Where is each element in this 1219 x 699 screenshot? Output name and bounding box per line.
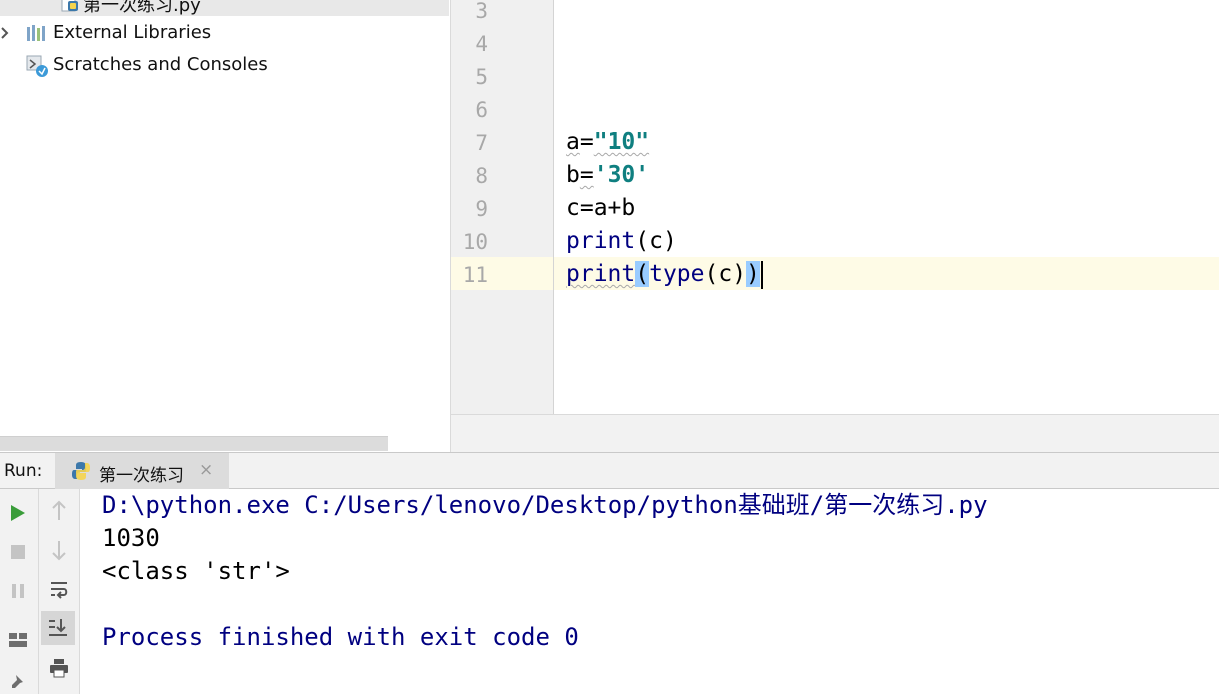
console-output-line: <class 'str'>: [102, 557, 290, 585]
rerun-button[interactable]: [3, 497, 35, 529]
text-caret: [760, 260, 763, 289]
code-builtin-print: print: [566, 228, 636, 254]
matched-brace-close: ): [746, 261, 760, 287]
run-toolbar-secondary: [39, 489, 80, 694]
line-number: 6: [475, 98, 488, 122]
code-builtin-print: print: [566, 261, 636, 287]
code-line-7[interactable]: a="10": [566, 126, 649, 159]
line-number: 10: [462, 230, 488, 254]
tree-item-external-libraries: External Libraries: [53, 22, 212, 43]
python-icon: [71, 461, 91, 485]
run-toolbar-primary: [0, 489, 39, 694]
libraries-icon: [26, 24, 48, 46]
console-output-line: 1030: [102, 524, 160, 552]
close-icon[interactable]: ×: [199, 460, 213, 480]
pin-button[interactable]: [3, 667, 35, 699]
scroll-down-button[interactable]: [43, 534, 75, 566]
soft-wrap-button[interactable]: [43, 573, 75, 605]
code-args: (c): [635, 228, 677, 254]
code-var-b: b: [566, 162, 580, 188]
run-label: Run:: [4, 461, 43, 481]
console-command-line: D:\python.exe C:/Users/lenovo/Desktop/py…: [102, 491, 988, 519]
code-line-10[interactable]: print(c): [566, 225, 677, 258]
stop-icon: [10, 544, 26, 564]
layout-icon: [8, 631, 28, 653]
print-icon: [49, 658, 69, 682]
line-number: 4: [475, 32, 488, 56]
run-tab-title: 第一次练习: [99, 466, 184, 486]
tree-item-scratches: Scratches and Consoles: [53, 54, 268, 75]
line-number: 11: [462, 263, 488, 287]
code-line-9[interactable]: c=a+b: [566, 192, 635, 225]
tree-row-selected[interactable]: 第一次练习.py: [0, 0, 449, 16]
python-file-icon: [61, 0, 79, 16]
pause-icon: [10, 582, 26, 604]
code-line-11[interactable]: print(type(c)): [566, 258, 763, 291]
layout-button[interactable]: [3, 624, 35, 656]
code-string-literal: "10": [593, 129, 650, 155]
scroll-to-end-icon: [47, 617, 69, 643]
play-icon: [9, 503, 27, 527]
code-line-8[interactable]: b='30': [566, 159, 649, 192]
arrow-up-icon: [50, 500, 68, 526]
pause-button[interactable]: [3, 575, 35, 607]
code-assign: =: [579, 162, 594, 188]
code-assign: =: [579, 129, 594, 155]
pin-icon: [9, 673, 27, 695]
tree-row-scratches[interactable]: Scratches and Consoles: [0, 50, 449, 80]
line-number: 3: [475, 0, 488, 23]
soft-wrap-icon: [49, 579, 69, 603]
code-editor[interactable]: 3 4 5 6 7 8 9 10 11 a="10" b='30' c=a+b …: [450, 0, 1219, 453]
code-statement: c=a+b: [566, 195, 636, 221]
run-console[interactable]: D:\python.exe C:/Users/lenovo/Desktop/py…: [80, 489, 1219, 694]
scratches-icon: [26, 55, 50, 83]
code-args: (c): [704, 261, 747, 287]
scroll-to-end-button[interactable]: [41, 611, 75, 645]
tab-run-configuration[interactable]: 第一次练习 ×: [55, 453, 229, 489]
tree-row-external-libraries[interactable]: External Libraries: [0, 18, 449, 48]
line-number: 9: [475, 197, 488, 221]
tree-item-file-label: 第一次练习.py: [83, 0, 201, 16]
run-tool-window-header: Run: 第一次练习 ×: [0, 452, 1219, 489]
matched-brace-open: (: [635, 261, 650, 287]
code-string-literal: '30': [593, 162, 650, 188]
print-button[interactable]: [43, 652, 75, 684]
code-builtin-type: type: [649, 261, 705, 287]
line-number: 5: [475, 65, 488, 89]
stop-button[interactable]: [3, 536, 35, 568]
project-horizontal-scrollbar[interactable]: [0, 436, 388, 451]
scroll-up-button[interactable]: [43, 495, 75, 527]
console-exit-message: Process finished with exit code 0: [102, 623, 579, 651]
line-number: 8: [475, 164, 488, 188]
project-panel: 第一次练习.py External Libraries Scratches an…: [0, 0, 449, 452]
editor-bottom-bar: [451, 414, 1219, 453]
chevron-right-icon[interactable]: [0, 25, 10, 44]
line-number: 7: [475, 131, 488, 155]
arrow-down-icon: [50, 539, 68, 565]
code-var-a: a: [566, 129, 580, 155]
